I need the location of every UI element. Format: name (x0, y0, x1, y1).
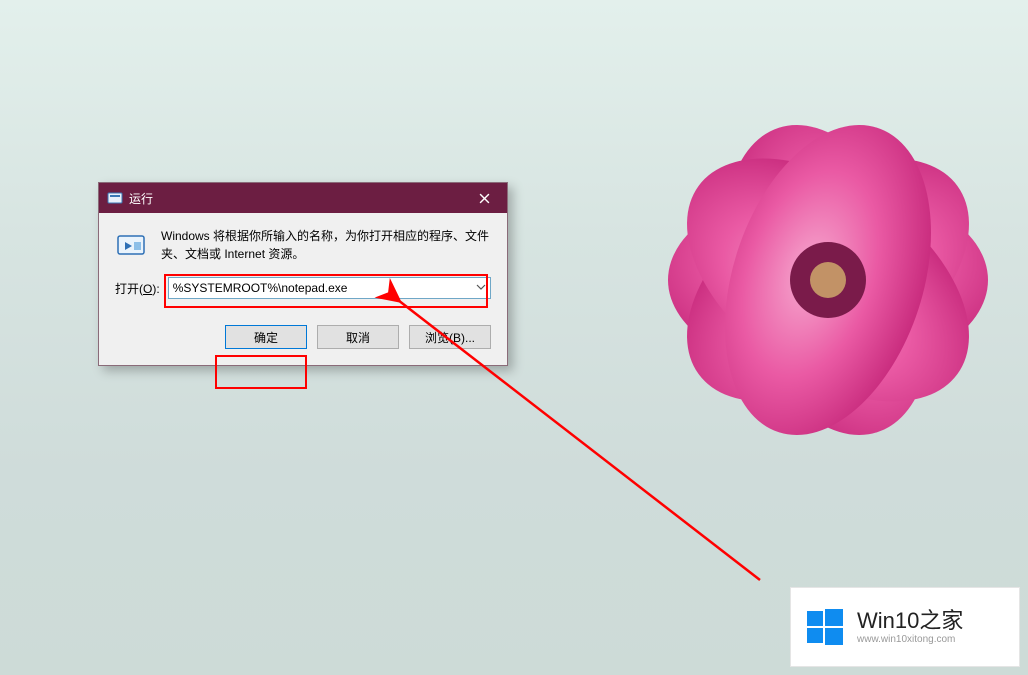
run-dialog: 运行 Windows 将根据你所输入的名称，为你打开相应的程序、文件夹、文档或 … (98, 182, 508, 366)
cancel-button[interactable]: 取消 (317, 325, 399, 349)
watermark: Win10之家 www.win10xitong.com (790, 587, 1020, 667)
ok-button[interactable]: 确定 (225, 325, 307, 349)
windows-logo-icon (805, 607, 845, 647)
browse-button[interactable]: 浏览(B)... (409, 325, 491, 349)
open-input[interactable] (168, 277, 491, 299)
watermark-url: www.win10xitong.com (857, 634, 963, 645)
close-icon (479, 193, 490, 204)
watermark-title: Win10之家 (857, 609, 963, 633)
run-sys-icon (107, 190, 123, 206)
flower-decoration (528, 20, 1028, 540)
close-button[interactable] (461, 183, 507, 213)
open-label: 打开(O): (115, 280, 160, 297)
desktop-background: 运行 Windows 将根据你所输入的名称，为你打开相应的程序、文件夹、文档或 … (0, 0, 1028, 675)
titlebar[interactable]: 运行 (99, 183, 507, 213)
button-bar: 确定 取消 浏览(B)... (99, 313, 507, 365)
dialog-message: Windows 将根据你所输入的名称，为你打开相应的程序、文件夹、文档或 Int… (161, 227, 491, 263)
open-combobox[interactable] (168, 277, 491, 299)
run-icon (115, 229, 149, 263)
dialog-title: 运行 (129, 190, 461, 207)
